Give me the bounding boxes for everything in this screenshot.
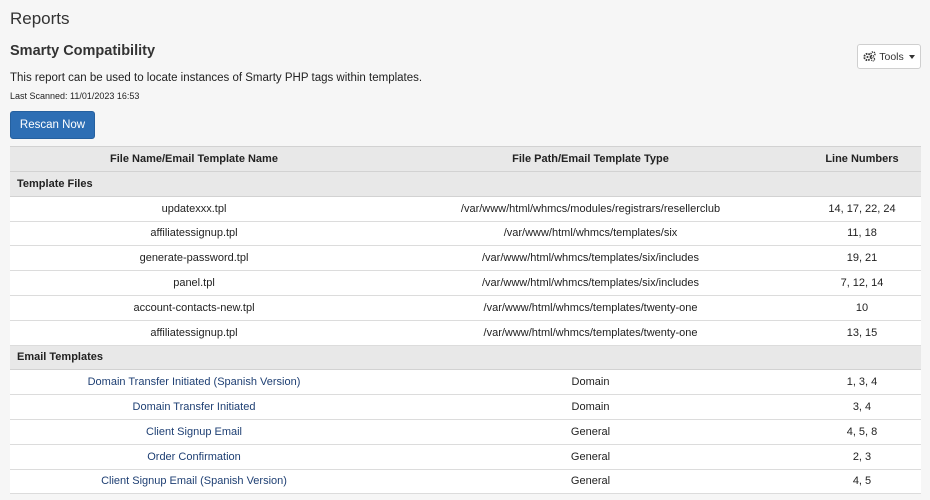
file-name-cell: affiliatessignup.tpl: [10, 320, 378, 346]
file-path-cell: /var/www/html/whmcs/modules/registrars/r…: [378, 196, 803, 222]
group-label: Email Templates: [10, 345, 921, 371]
email-template-type-cell: General: [378, 444, 803, 470]
page-title: Reports: [10, 9, 70, 28]
email-template-link[interactable]: Domain Transfer Initiated: [133, 401, 256, 413]
file-path-cell: /var/www/html/whmcs/templates/twenty-one: [378, 295, 803, 321]
line-numbers-cell: 11, 18: [803, 221, 921, 247]
table-row: Client Signup Email General 4, 5, 8: [10, 419, 921, 445]
rescan-now-button[interactable]: Rescan Now: [10, 111, 95, 139]
table-row: affiliatessignup.tpl /var/www/html/whmcs…: [10, 221, 921, 247]
header-file-name: File Name/Email Template Name: [10, 146, 378, 172]
caret-down-icon: [908, 54, 915, 59]
report-table: File Name/Email Template Name File Path/…: [10, 146, 921, 495]
group-row-email-templates: Email Templates: [10, 345, 921, 371]
table-row: Domain Transfer Initiated Domain 3, 4: [10, 394, 921, 420]
email-template-type-cell: General: [378, 419, 803, 445]
header-line-numbers: Line Numbers: [803, 146, 921, 172]
email-template-name-cell: Client Signup Email (Spanish Version): [10, 469, 378, 495]
email-template-name-cell: Order Confirmation: [10, 444, 378, 470]
email-template-link[interactable]: Client Signup Email (Spanish Version): [101, 475, 287, 487]
line-numbers-cell: 1, 3, 4: [803, 369, 921, 396]
email-template-type-cell: General: [378, 469, 803, 495]
line-numbers-cell: 10: [803, 295, 921, 321]
line-numbers-cell: 7, 12, 14: [803, 270, 921, 296]
line-numbers-cell: 4, 5, 8: [803, 419, 921, 445]
table-row: panel.tpl /var/www/html/whmcs/templates/…: [10, 270, 921, 296]
email-template-name-cell: Domain Transfer Initiated (Spanish Versi…: [10, 369, 378, 396]
table-row: Client Signup Email (Spanish Version) Ge…: [10, 469, 921, 495]
table-row: Order Confirmation General 2, 3: [10, 444, 921, 470]
file-path-cell: /var/www/html/whmcs/templates/six: [378, 221, 803, 247]
file-name-cell: affiliatessignup.tpl: [10, 221, 378, 247]
file-name-cell: updatexxx.tpl: [10, 196, 378, 222]
email-template-name-cell: Domain Transfer Initiated: [10, 394, 378, 420]
email-template-link[interactable]: Client Signup Email: [146, 426, 242, 438]
line-numbers-cell: 4, 5: [803, 469, 921, 495]
table-row: updatexxx.tpl /var/www/html/whmcs/module…: [10, 196, 921, 222]
line-numbers-cell: 2, 3: [803, 444, 921, 470]
report-description: This report can be used to locate instan…: [10, 72, 423, 84]
email-template-type-cell: Domain: [378, 394, 803, 420]
group-row-template-files: Template Files: [10, 171, 921, 197]
line-numbers-cell: 14, 17, 22, 24: [803, 196, 921, 222]
header-file-path: File Path/Email Template Type: [378, 146, 803, 172]
table-row: affiliatessignup.tpl /var/www/html/whmcs…: [10, 320, 921, 346]
file-name-cell: account-contacts-new.tpl: [10, 295, 378, 321]
tools-label: Tools: [879, 50, 904, 63]
file-name-cell: generate-password.tpl: [10, 245, 378, 272]
email-template-type-cell: Domain: [378, 369, 803, 396]
group-label: Template Files: [10, 171, 921, 197]
file-path-cell: /var/www/html/whmcs/templates/six/includ…: [378, 270, 803, 296]
gears-icon: [863, 51, 876, 62]
line-numbers-cell: 19, 21: [803, 245, 921, 272]
table-row: Domain Transfer Initiated (Spanish Versi…: [10, 369, 921, 396]
tools-dropdown-button[interactable]: Tools: [857, 44, 921, 69]
section-title: Smarty Compatibility: [10, 43, 156, 59]
table-row: account-contacts-new.tpl /var/www/html/w…: [10, 295, 921, 321]
line-numbers-cell: 13, 15: [803, 320, 921, 346]
email-template-link[interactable]: Domain Transfer Initiated (Spanish Versi…: [88, 376, 301, 388]
table-header-row: File Name/Email Template Name File Path/…: [10, 146, 921, 172]
line-numbers-cell: 3, 4: [803, 394, 921, 420]
email-template-name-cell: Client Signup Email: [10, 419, 378, 445]
file-path-cell: /var/www/html/whmcs/templates/six/includ…: [378, 245, 803, 272]
email-template-link[interactable]: Order Confirmation: [147, 451, 241, 463]
last-scanned-text: Last Scanned: 11/01/2023 16:53: [10, 91, 140, 101]
table-row: generate-password.tpl /var/www/html/whmc…: [10, 245, 921, 272]
file-name-cell: panel.tpl: [10, 270, 378, 296]
file-path-cell: /var/www/html/whmcs/templates/twenty-one: [378, 320, 803, 346]
